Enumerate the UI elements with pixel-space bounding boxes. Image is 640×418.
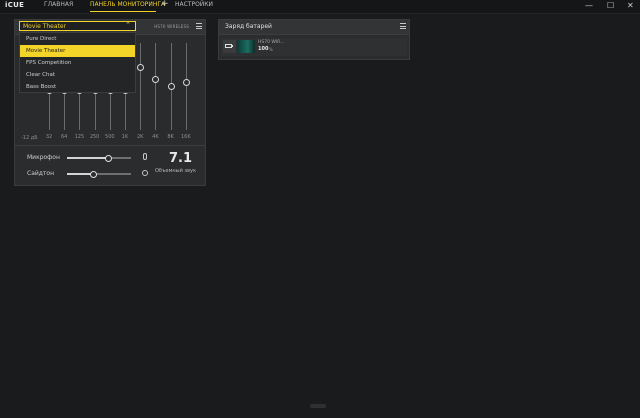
battery-panel: Заряд батарей HS70 WIR... 100 % (218, 19, 410, 60)
eq-band-handle[interactable] (137, 63, 145, 71)
preset-selected-value: Movie Theater (23, 23, 67, 30)
maximize-button[interactable]: ☐ (607, 0, 614, 12)
preset-option-clear-chat[interactable]: Clear Chat (20, 69, 135, 81)
surround-value[interactable]: 7.1 (169, 151, 192, 166)
battery-device-row[interactable]: HS70 WIR... 100 % (221, 38, 407, 56)
eq-band-label: 64 (61, 134, 68, 140)
battery-panel-header: Заряд батарей (219, 20, 409, 35)
battery-device-name: HS70 WIR... (258, 40, 285, 45)
eq-menu-icon[interactable] (196, 23, 202, 29)
mic-label: Микрофон (27, 154, 60, 161)
eq-band-handle[interactable] (167, 83, 175, 90)
chevron-up-icon: ⌃ (125, 21, 131, 29)
active-tab-underline (90, 11, 156, 12)
battery-icon (225, 44, 233, 48)
eq-band-label: 32 (45, 134, 53, 140)
eq-band-label: 500 (105, 134, 115, 140)
title-bar: iCUE ГЛАВНАЯ ПАНЕЛЬ МОНИТОРИНГА + НАСТРО… (0, 0, 640, 14)
eq-band-label: 8K (167, 134, 174, 140)
sidetone-icon[interactable] (142, 170, 148, 176)
preset-select[interactable]: Movie Theater ⌃ (19, 21, 136, 31)
preset-option-movie-theater[interactable]: Movie Theater (20, 45, 135, 57)
preset-option-fps-competition[interactable]: FPS Competition (20, 57, 135, 69)
preset-dropdown: Pure Direct Movie Theater FPS Competitio… (19, 32, 136, 93)
microphone-icon[interactable] (143, 153, 147, 160)
eq-band-track[interactable] (140, 43, 142, 130)
battery-level-graphic (237, 40, 255, 53)
battery-panel-title: Заряд батарей (225, 23, 272, 30)
eq-band-handle[interactable] (152, 76, 160, 84)
eq-band-label: 125 (74, 134, 85, 140)
eq-band-track[interactable] (155, 43, 157, 130)
eq-band-label: 1K (121, 134, 129, 140)
mic-slider-handle[interactable] (105, 154, 113, 162)
tab-dashboard[interactable]: ПАНЕЛЬ МОНИТОРИНГА (90, 1, 165, 8)
battery-unit: % (269, 47, 273, 52)
device-name: HS70 WIRELESS (154, 24, 189, 29)
eq-band-label: 4K (152, 134, 159, 140)
close-button[interactable]: ✕ (627, 0, 634, 12)
surround-label: Объемный звук (155, 168, 197, 174)
eq-band-handle[interactable] (182, 78, 190, 86)
panel-divider (15, 145, 205, 146)
minimize-button[interactable]: — (585, 0, 593, 12)
tab-settings[interactable]: НАСТРОЙКИ (175, 1, 213, 8)
battery-value: 100 (258, 46, 269, 52)
battery-icon-box (223, 40, 236, 53)
db-min-label: -12 дБ (21, 135, 38, 141)
eq-band-label: 2K (136, 134, 144, 140)
preset-option-bass-boost[interactable]: Bass Boost (20, 81, 135, 93)
app-logo: iCUE (5, 1, 25, 9)
eq-band-label: 250 (89, 134, 100, 140)
mic-slider-fill (67, 157, 109, 159)
preset-option-pure-direct[interactable]: Pure Direct (20, 33, 135, 45)
eq-band-label: 16K (180, 134, 191, 140)
battery-menu-icon[interactable] (400, 23, 406, 29)
bottom-drawer-handle[interactable] (310, 404, 326, 408)
tab-home[interactable]: ГЛАВНАЯ (44, 1, 73, 8)
sidetone-slider-handle[interactable] (90, 170, 98, 178)
sidetone-label: Сайдтон (27, 170, 55, 177)
add-dashboard-button[interactable]: + (161, 0, 169, 9)
eq-band-track[interactable] (185, 43, 187, 130)
